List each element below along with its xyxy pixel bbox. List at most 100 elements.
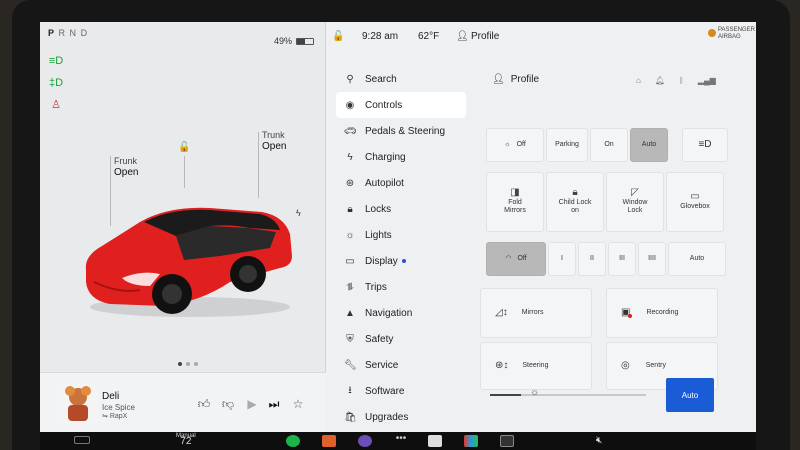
thumbs-up-icon[interactable]: 👍︎ xyxy=(196,397,212,412)
menu-item-locks[interactable]: 🔒︎ Locks xyxy=(336,196,466,222)
music-app-icon[interactable] xyxy=(322,435,336,447)
menu-item-pedals-steering[interactable]: 🚗︎ Pedals & Steering xyxy=(336,118,466,144)
navigation-icon: ▲ xyxy=(345,307,355,319)
lte-signal-icon[interactable]: ▂▄▆ xyxy=(698,76,716,85)
child-lock-icon: 🔒︎ xyxy=(572,187,578,198)
album-art[interactable] xyxy=(58,381,98,423)
wipers-speed-1-label: I xyxy=(561,255,563,262)
profile-status-icon[interactable]: 👤︎ xyxy=(456,31,469,42)
brightness-auto-button[interactable]: Auto xyxy=(666,378,714,412)
lights-off-button[interactable]: ☼ Off xyxy=(486,128,544,162)
bluetooth-icon[interactable]: ᛒ xyxy=(679,76,684,85)
child-lock-button[interactable]: 🔒︎ Child Lock on xyxy=(546,172,604,232)
mirror-adjust-icon: ◿↕ xyxy=(495,307,508,318)
fold-mirrors-button[interactable]: ◨ Fold Mirrors xyxy=(486,172,544,232)
phone-icon[interactable] xyxy=(286,435,300,447)
play-icon[interactable]: ▶ xyxy=(244,397,260,411)
car-icon[interactable] xyxy=(74,436,90,444)
menu-item-upgrades[interactable]: 🛍︎ Upgrades xyxy=(336,404,466,430)
search-icon: ⚲ xyxy=(346,73,354,85)
menu-item-controls[interactable]: ◉ Controls xyxy=(336,92,466,118)
status-bar: 🔓 9:28 am 62°F 👤︎ Profile PASSENGER AIRB… xyxy=(326,22,756,50)
wipers-auto-label: Auto xyxy=(689,255,705,262)
lights-auto-button[interactable]: Auto xyxy=(630,128,668,162)
next-track-icon[interactable]: ⏭ xyxy=(266,397,282,412)
wipers-speed-2-label: II xyxy=(590,255,594,262)
mirror-icon: ◨ xyxy=(510,187,520,198)
menu-item-search[interactable]: ⚲ Search xyxy=(336,66,466,92)
menu-item-trips[interactable]: ⥮ Trips xyxy=(336,274,466,300)
mirrors-label: Mirrors xyxy=(521,309,544,316)
bag-icon: 🛍︎ xyxy=(344,411,357,423)
menu-item-software[interactable]: ⭳ Software xyxy=(336,378,466,404)
battery-icon xyxy=(296,37,315,45)
fold-mirrors-line-1: Fold xyxy=(508,199,522,206)
wipers-speed-4-button[interactable]: IIII xyxy=(638,242,666,276)
lights-auto-label: Auto xyxy=(641,141,657,148)
toybox-app-icon[interactable] xyxy=(464,435,478,447)
trunk-callout[interactable]: Trunk Open xyxy=(262,130,286,152)
lights-on-label: On xyxy=(604,141,614,148)
gear-d: D xyxy=(80,28,89,38)
menu-item-display[interactable]: ▭ Display xyxy=(336,248,466,274)
media-source: ⇋ RapX xyxy=(102,413,128,420)
window-lock-button[interactable]: ◸ Window Lock xyxy=(606,172,664,232)
glovebox-icon: ▭ xyxy=(690,191,700,202)
brightness-slider[interactable] xyxy=(490,394,646,396)
profile-header[interactable]: 👤︎ Profile xyxy=(492,74,539,85)
glovebox-button[interactable]: ▭ Glovebox xyxy=(666,172,724,232)
sentry-label: Sentry xyxy=(645,362,666,369)
wipers-off-button[interactable]: ◠ Off xyxy=(486,242,546,276)
menu-item-label: Lights xyxy=(365,229,392,241)
mirrors-adjust-button[interactable]: ◿↕ Mirrors xyxy=(480,288,592,338)
mute-speaker-icon[interactable]: 🔇︎ xyxy=(596,435,610,447)
high-beam-button[interactable]: ≡D xyxy=(682,128,728,162)
menu-item-lights[interactable]: ☼ Lights xyxy=(336,222,466,248)
page-dot-2[interactable] xyxy=(186,362,190,366)
cabin-temperature[interactable]: Manual 72 xyxy=(176,433,196,447)
thumbs-down-icon[interactable]: 👎︎ xyxy=(220,397,236,412)
lights-parking-button[interactable]: Parking xyxy=(546,128,588,162)
bolt-icon: ϟ xyxy=(347,151,353,163)
menu-item-charging[interactable]: ϟ Charging xyxy=(336,144,466,170)
theater-app-icon[interactable] xyxy=(500,435,514,447)
wipers-speed-1-button[interactable]: I xyxy=(548,242,576,276)
home-icon[interactable]: ⌂ xyxy=(636,76,641,85)
page-dot-3[interactable] xyxy=(194,362,198,366)
calendar-app-icon[interactable] xyxy=(428,435,442,447)
podcast-app-icon[interactable] xyxy=(358,435,372,447)
menu-item-label: Upgrades xyxy=(365,411,409,423)
recording-button[interactable]: ▣ Recording xyxy=(606,288,718,338)
menu-item-service[interactable]: 🔧︎ Service xyxy=(336,352,466,378)
wiper-icon: ◠ xyxy=(505,255,512,262)
touchscreen: P R N D 49% ≡D ‡D ♙ Frunk Open Trunk Ope… xyxy=(40,22,756,432)
frunk-label: Frunk xyxy=(114,156,138,166)
menu-item-autopilot[interactable]: ⊛ Autopilot xyxy=(336,170,466,196)
menu-item-navigation[interactable]: ▲ Navigation xyxy=(336,300,466,326)
page-dot-1[interactable] xyxy=(178,362,182,366)
wipers-speed-3-button[interactable]: III xyxy=(608,242,636,276)
wipers-auto-button[interactable]: Auto xyxy=(668,242,726,276)
clock: 9:28 am xyxy=(362,31,399,42)
favorite-star-icon[interactable]: ☆ xyxy=(290,397,306,411)
menu-item-label: Locks xyxy=(365,203,392,215)
vehicle-page-dots[interactable] xyxy=(178,362,198,366)
steering-wheel-icon: ⊛ xyxy=(345,177,355,189)
safety-icon: ⛨ xyxy=(346,333,354,345)
profile-status-label[interactable]: Profile xyxy=(471,31,499,42)
steering-adjust-button[interactable]: ⊛↕ Steering xyxy=(480,342,592,390)
gear-p: P xyxy=(48,28,56,38)
fog-light-indicator-icon: ‡D xyxy=(48,77,64,89)
more-apps-icon[interactable]: ••• xyxy=(394,434,408,447)
lights-on-button[interactable]: On xyxy=(590,128,628,162)
gear-n: N xyxy=(69,28,78,38)
door-lock-icon[interactable]: 🔓 xyxy=(178,142,190,153)
media-source-label: RapX xyxy=(109,413,128,420)
passenger-airbag-indicator: PASSENGER AIRBAG xyxy=(708,27,755,41)
lock-status-icon[interactable]: 🔓 xyxy=(332,31,344,42)
frunk-callout[interactable]: Frunk Open xyxy=(114,156,138,178)
wipers-speed-2-button[interactable]: II xyxy=(578,242,606,276)
battery-percent: 49% xyxy=(274,36,293,46)
menu-item-safety[interactable]: ⛨ Safety xyxy=(336,326,466,352)
bell-icon[interactable]: 🔔︎ xyxy=(655,76,665,85)
